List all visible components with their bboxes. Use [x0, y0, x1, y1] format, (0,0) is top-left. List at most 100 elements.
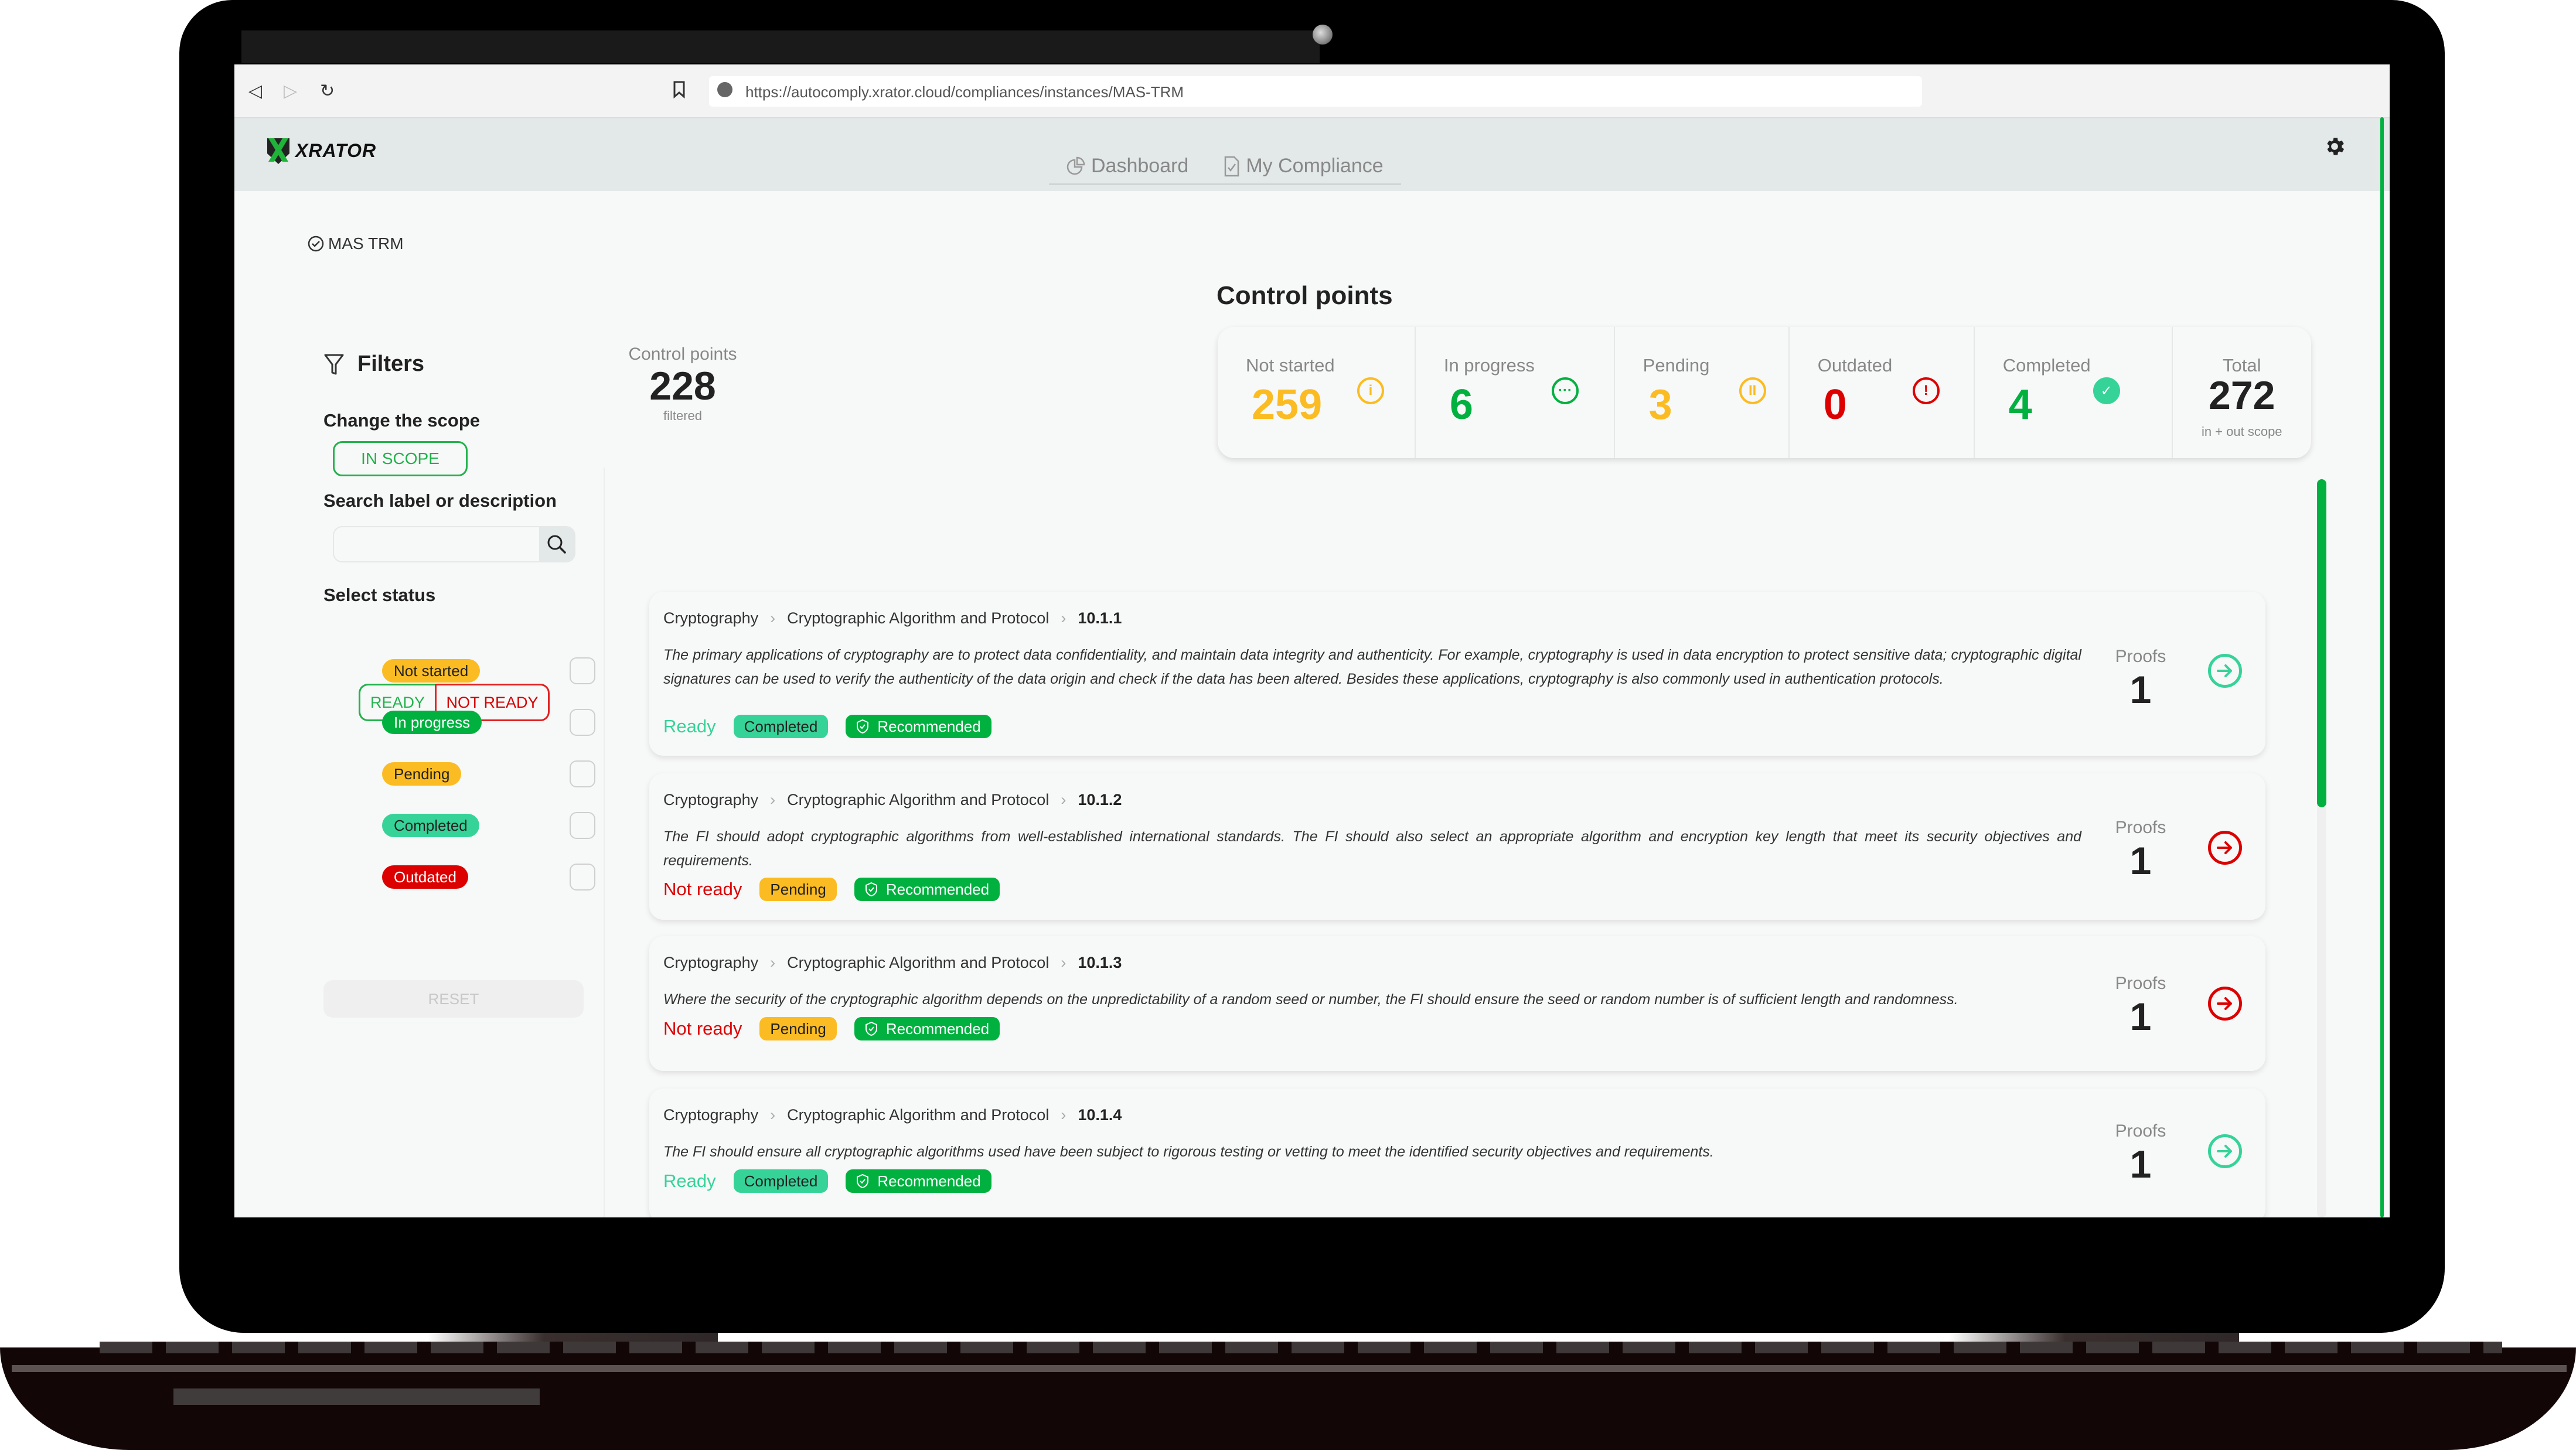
crumb-item[interactable]: Cryptographic Algorithm and Protocol	[787, 609, 1049, 627]
proofs-label: Proofs	[2115, 974, 2166, 993]
stat-total-value: 272	[2209, 373, 2275, 418]
search-input[interactable]	[340, 532, 536, 557]
list-scrollbar-thumb[interactable]	[2317, 479, 2326, 807]
recommended-label: Recommended	[885, 880, 990, 898]
search-icon	[547, 535, 566, 554]
filtered-count-sub: filtered	[663, 408, 703, 423]
stat-completed: Completed 4 ✓	[1975, 327, 2173, 458]
control-card[interactable]: Cryptography › Cryptographic Algorithm and…	[649, 592, 2265, 756]
page-scrollbar[interactable]	[2380, 117, 2384, 1217]
nav-my-compliance-label: My Compliance	[1246, 155, 1384, 177]
status-pill: Pending	[382, 762, 462, 786]
nav-my-compliance[interactable]: My Compliance	[1224, 155, 1384, 178]
laptop-bezel-strip	[241, 30, 1320, 63]
status-checkbox[interactable]	[570, 657, 595, 684]
proofs-value: 1	[2129, 1142, 2152, 1186]
open-control-button[interactable]	[2208, 1134, 2242, 1168]
crumb-item[interactable]: Cryptography	[663, 791, 758, 809]
filtered-count-value: 228	[649, 364, 716, 408]
crumb-item[interactable]: Cryptographic Algorithm and Protocol	[787, 954, 1049, 972]
stat-total: Total 272 in + out scope	[2173, 327, 2311, 458]
readiness-label: Not ready	[663, 879, 742, 899]
status-badge: Completed	[733, 715, 829, 738]
arrow-right-icon	[2217, 664, 2232, 677]
laptop-keys	[100, 1342, 2502, 1353]
status-checkbox[interactable]	[570, 864, 595, 891]
proofs-count: Proofs 1	[2108, 647, 2173, 713]
stat-label: Not started	[1246, 355, 1335, 376]
recommended-badge: Recommended	[846, 1169, 991, 1193]
in-scope-button[interactable]: IN SCOPE	[333, 441, 468, 476]
arrow-right-icon	[2217, 1145, 2232, 1158]
page-title: Control points	[1217, 281, 1393, 310]
recommended-label: Recommended	[877, 1172, 981, 1190]
webcam	[1313, 25, 1333, 45]
control-tags: Not ready Pending Recommended	[663, 1017, 1000, 1040]
address-bar[interactable]: https://autocomply.xrator.cloud/complian…	[709, 76, 1922, 107]
control-id: 10.1.4	[1078, 1106, 1122, 1124]
back-icon[interactable]: ◁	[248, 81, 262, 101]
gear-icon[interactable]	[2323, 135, 2352, 164]
open-control-button[interactable]	[2208, 987, 2242, 1021]
reload-icon[interactable]: ↻	[320, 81, 335, 101]
status-checkbox[interactable]	[570, 812, 595, 839]
proofs-label: Proofs	[2115, 1121, 2166, 1141]
shield-check-icon	[865, 882, 877, 897]
readiness-label: Not ready	[663, 1018, 742, 1039]
search-button[interactable]	[539, 527, 574, 561]
proofs-count: Proofs 1	[2108, 1121, 2173, 1188]
arrow-right-icon	[2217, 997, 2232, 1010]
crumb-item[interactable]: Cryptography	[663, 1106, 758, 1124]
nav-dashboard-label: Dashboard	[1091, 155, 1189, 177]
chevron-right-icon: ›	[1061, 954, 1066, 971]
shield-check-icon	[857, 1173, 869, 1189]
crumb-item[interactable]: Cryptographic Algorithm and Protocol	[787, 791, 1049, 809]
status-checkbox[interactable]	[570, 709, 595, 736]
stat-pending: Pending 3 II	[1615, 327, 1790, 458]
control-card[interactable]: Cryptography › Cryptographic Algorithm and…	[649, 1089, 2265, 1217]
open-control-button[interactable]	[2208, 831, 2242, 865]
reset-button[interactable]: RESET	[323, 980, 584, 1018]
stat-total-sub: in + out scope	[2201, 424, 2282, 439]
more-dots-icon: ···	[1551, 377, 1579, 404]
arrow-right-icon	[2217, 841, 2232, 854]
screen: ◁ ▷ ↻ https://autocomply.xrator.cloud/co…	[234, 64, 2390, 1217]
crumb-item[interactable]: Cryptography	[663, 954, 758, 972]
status-stats: Not started 259 i In progress 6 ··· Pending 3 II…	[1218, 327, 2311, 458]
bookmark-icon[interactable]	[673, 81, 686, 103]
open-control-button[interactable]	[2208, 654, 2242, 688]
stat-value: 259	[1252, 381, 1323, 428]
control-id: 10.1.1	[1078, 609, 1122, 627]
control-card[interactable]: Cryptography › Cryptographic Algorithm and…	[649, 936, 2265, 1071]
badge-check-icon	[308, 236, 324, 252]
control-id: 10.1.3	[1078, 954, 1122, 971]
filtered-count-label: Control points	[628, 344, 737, 364]
crumb-item[interactable]: Cryptographic Algorithm and Protocol	[787, 1106, 1049, 1124]
laptop-touchpad	[173, 1388, 540, 1405]
filters-title: Filters	[357, 352, 425, 376]
control-card[interactable]: Cryptography › Cryptographic Algorithm and…	[649, 773, 2265, 920]
control-description: Where the security of the cryptographic …	[663, 991, 1958, 1008]
status-pill: Not started	[382, 659, 481, 683]
forward-icon[interactable]: ▷	[284, 81, 297, 101]
globe-icon	[717, 82, 732, 97]
chevron-right-icon: ›	[1061, 1106, 1066, 1124]
breadcrumb[interactable]: MAS TRM	[307, 234, 404, 253]
chevron-right-icon: ›	[770, 609, 776, 627]
chevron-right-icon: ›	[770, 1106, 776, 1124]
proofs-count: Proofs 1	[2108, 974, 2173, 1040]
stat-outdated: Outdated 0!	[1790, 327, 1975, 458]
nav-dashboard[interactable]: Dashboard	[1066, 155, 1188, 178]
logo[interactable]: XRATOR	[265, 136, 376, 165]
status-checkbox[interactable]	[570, 760, 595, 787]
chevron-right-icon: ›	[770, 954, 776, 971]
crumb-item[interactable]: Cryptography	[663, 609, 758, 627]
status-pill: Outdated	[382, 865, 468, 889]
list-scrollbar[interactable]	[2317, 479, 2326, 1217]
control-breadcrumb: Cryptography › Cryptographic Algorithm and…	[663, 609, 1122, 627]
control-breadcrumb: Cryptography › Cryptographic Algorithm and…	[663, 954, 1122, 972]
stat-value: 3	[1648, 381, 1672, 428]
laptop-trim	[12, 1365, 2567, 1372]
control-description: The FI should ensure all cryptographic a…	[663, 1144, 1714, 1160]
control-description: The FI should adopt cryptographic algori…	[663, 828, 2081, 869]
